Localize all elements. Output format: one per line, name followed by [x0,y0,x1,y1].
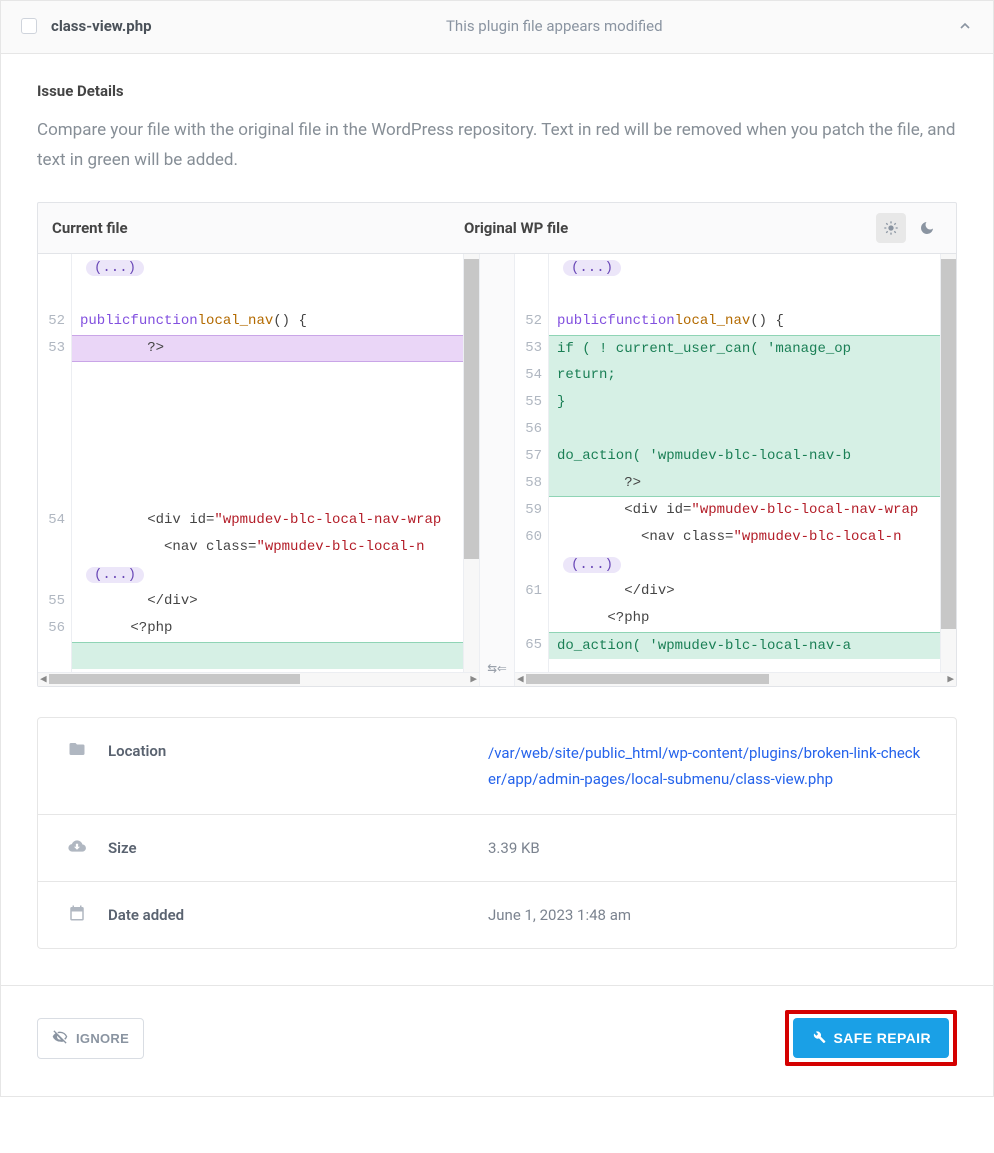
issue-details-title: Issue Details [37,82,957,100]
info-row-date: Date added June 1, 2023 1:48 am [38,882,956,948]
diff-left-pane[interactable]: 5253545556 (...) public function local_n… [38,254,479,686]
horizontal-scrollbar[interactable]: ◀ ▶ [515,672,956,686]
diff-link-indicator[interactable]: ⇆⇐ [479,254,515,686]
issue-details-desc: Compare your file with the original file… [37,116,957,176]
info-row-location: Location /var/web/site/public_html/wp-co… [38,718,956,816]
diff-left-title: Current file [52,219,464,237]
info-label: Size [108,839,137,857]
info-label: Location [108,742,166,760]
diff-viewer: Current file Original WP file 5253545556 [37,202,957,687]
light-theme-icon[interactable] [876,213,906,243]
file-status: This plugin file appears modified [152,17,957,35]
panel-footer: IGNORE SAFE REPAIR [1,985,993,1096]
info-row-size: Size 3.39 KB [38,815,956,882]
repair-label: SAFE REPAIR [834,1030,932,1046]
wrench-icon [811,1029,826,1047]
dark-theme-icon[interactable] [912,213,942,243]
select-checkbox[interactable] [21,18,37,34]
diff-body: 5253545556 (...) public function local_n… [38,254,956,686]
file-name: class-view.php [51,17,152,35]
eye-off-icon [52,1029,68,1048]
diff-right-title: Original WP file [464,219,876,237]
horizontal-scrollbar[interactable]: ◀ ▶ [38,672,479,686]
panel-header[interactable]: class-view.php This plugin file appears … [1,1,993,54]
diff-right-pane[interactable]: 5253545556575859606165 (...) public func… [515,254,956,686]
file-issue-panel: { "header": { "filename": "class-view.ph… [0,0,994,1097]
size-value: 3.39 KB [488,839,926,857]
safe-repair-button[interactable]: SAFE REPAIR [793,1018,950,1058]
diff-header: Current file Original WP file [38,203,956,254]
location-link[interactable]: /var/web/site/public_html/wp-content/plu… [488,744,920,788]
collapse-icon[interactable] [957,18,973,34]
safe-repair-highlight: SAFE REPAIR [785,1010,958,1066]
line-number-gutter: 5253545556 [38,254,72,672]
code-content[interactable]: (...) public function local_nav() { ?> <… [72,254,463,672]
vertical-scrollbar[interactable] [463,254,479,672]
date-value: June 1, 2023 1:48 am [488,906,926,924]
calendar-icon [68,904,86,926]
code-content[interactable]: (...) public function local_nav() { if (… [549,254,940,672]
info-label: Date added [108,906,184,924]
theme-toggles [876,213,942,243]
folder-icon [68,740,86,762]
vertical-scrollbar[interactable] [940,254,956,672]
cloud-icon [68,837,86,859]
ignore-button[interactable]: IGNORE [37,1018,144,1059]
file-info-table: Location /var/web/site/public_html/wp-co… [37,717,957,950]
line-number-gutter: 5253545556575859606165 [515,254,549,672]
ignore-label: IGNORE [76,1031,129,1046]
panel-body: Issue Details Compare your file with the… [1,54,993,985]
